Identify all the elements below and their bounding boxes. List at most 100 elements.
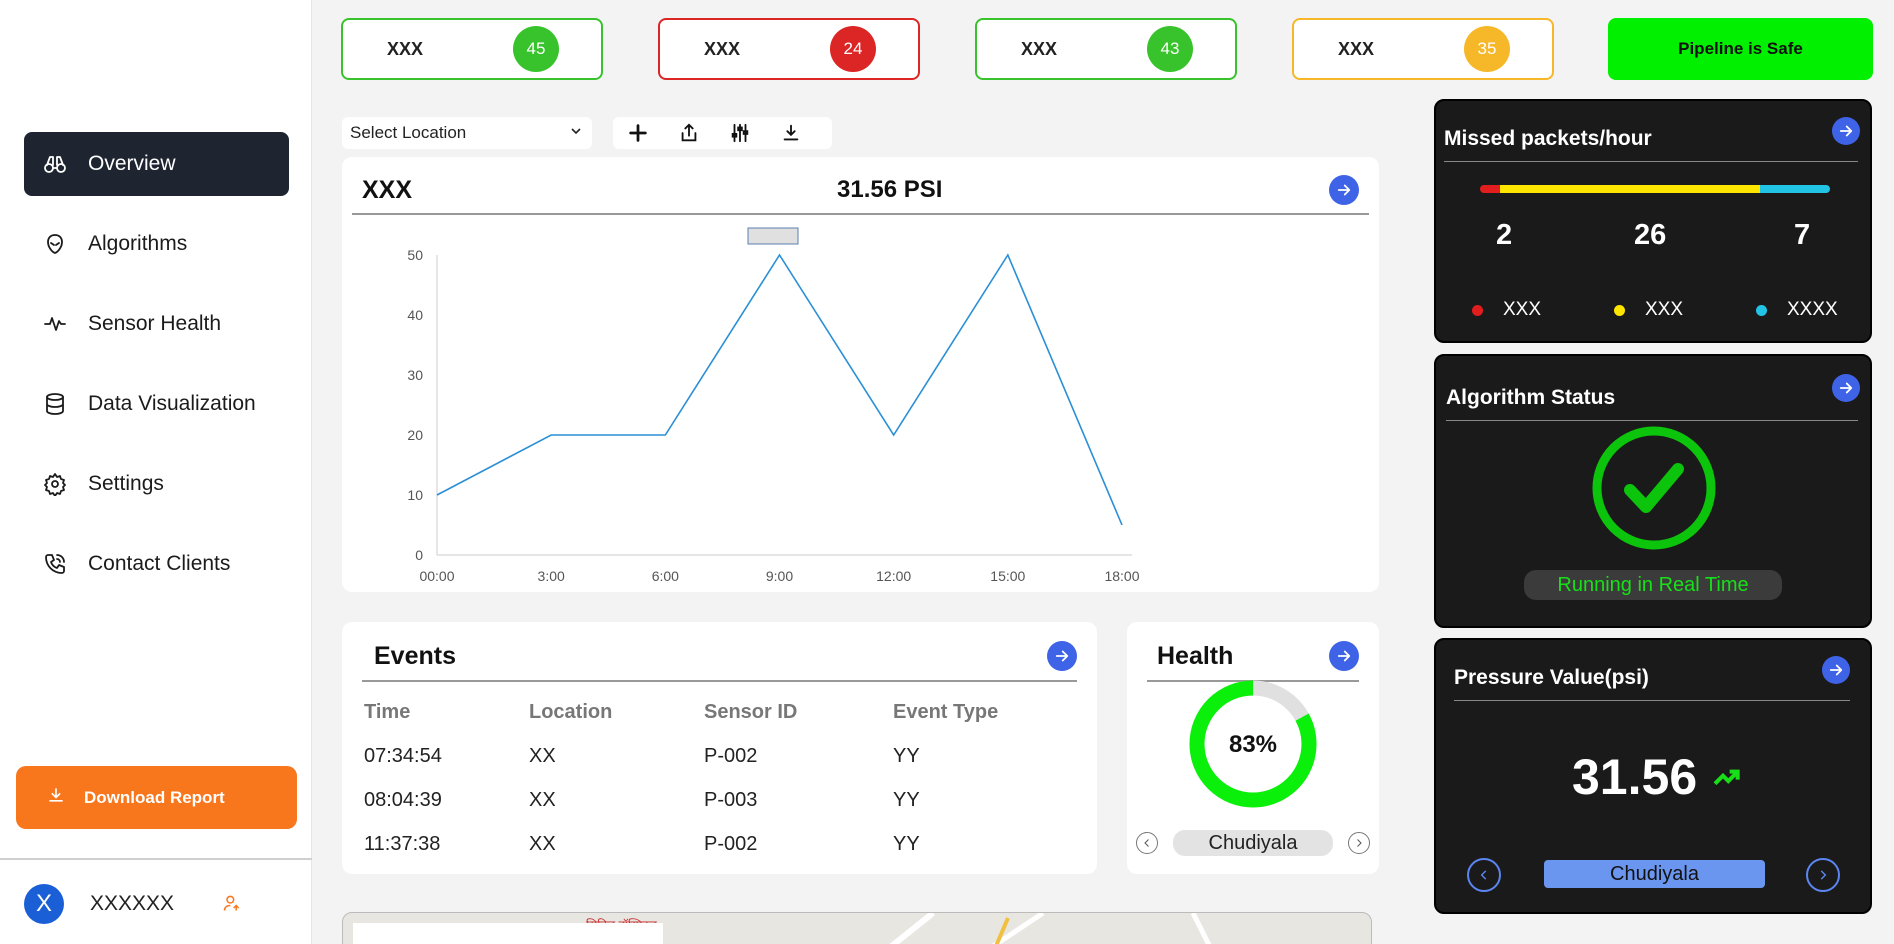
- events-table: Time Location Sensor ID Event Type 07:34…: [364, 690, 1064, 866]
- stat-card[interactable]: XXX 35: [1292, 18, 1554, 80]
- stat-count-badge: 24: [830, 26, 876, 72]
- health-next-button[interactable]: [1348, 832, 1370, 854]
- chart-card-header: XXX 31.56 PSI: [352, 167, 1369, 215]
- x-tick-label: 18:00: [1104, 568, 1139, 584]
- cell-event-type: YY: [893, 744, 920, 767]
- cell-time: 11:37:38: [364, 832, 441, 855]
- table-row[interactable]: 08:04:39 XX P-003 YY: [364, 778, 1064, 822]
- pressure-location: Chudiyala: [1544, 860, 1765, 888]
- health-card: Health 83% Chudiyala: [1127, 622, 1379, 874]
- stat-card[interactable]: XXX 45: [341, 18, 603, 80]
- location-select[interactable]: Select Location: [342, 117, 592, 149]
- stat-label: XXX: [1021, 38, 1058, 59]
- pressure-expand-button[interactable]: [1822, 656, 1850, 684]
- map-roads: [353, 913, 1212, 944]
- sidebar-item-settings[interactable]: Settings: [24, 452, 289, 516]
- download-icon[interactable]: [778, 120, 804, 146]
- bar-segment: [1760, 185, 1830, 193]
- column-header: Location: [529, 700, 613, 723]
- download-icon: [46, 785, 84, 810]
- x-tick-label: 00:00: [419, 568, 454, 584]
- cell-sensor-id: P-002: [704, 832, 758, 855]
- algorithm-status-expand-button[interactable]: [1832, 374, 1860, 402]
- plus-icon[interactable]: [625, 120, 651, 146]
- legend-label: XXX: [1503, 299, 1542, 320]
- algorithm-status-panel: Algorithm Status Running in Real Time: [1434, 354, 1872, 628]
- stat-label: XXX: [387, 38, 424, 59]
- x-tick-label: 15:00: [990, 568, 1025, 584]
- sidebar: Overview Algorithms Sensor Health Data V…: [0, 0, 312, 944]
- stat-label: XXX: [1338, 38, 1375, 59]
- legend-item: XXX: [1614, 299, 1683, 321]
- download-report-label: Download Report: [84, 787, 225, 807]
- binoculars-icon: [42, 151, 68, 177]
- column-header: Event Type: [893, 700, 999, 723]
- trend-up-icon: [1713, 769, 1740, 786]
- share-icon[interactable]: [676, 120, 702, 146]
- health-prev-button[interactable]: [1136, 832, 1158, 854]
- pressure-chart-card: XXX 31.56 PSI 0 10 20 30 40 50 00:00 3:00 6:00 9:…: [342, 157, 1379, 592]
- stat-card[interactable]: XXX 24: [658, 18, 920, 80]
- column-header: Time: [364, 700, 411, 723]
- cell-time: 08:04:39: [364, 788, 442, 811]
- arrow-right-icon: [1829, 664, 1843, 676]
- arrow-right-icon: [1839, 125, 1853, 137]
- missed-packets-value: 7: [1794, 219, 1811, 251]
- cell-event-type: YY: [893, 832, 920, 855]
- sliders-icon[interactable]: [727, 120, 753, 146]
- table-row[interactable]: 07:34:54 XX P-002 YY: [364, 734, 1064, 778]
- database-icon: [42, 391, 68, 417]
- arrow-right-icon: [1337, 184, 1351, 196]
- pressure-value: 31.56: [1572, 749, 1698, 805]
- y-tick-label: 0: [415, 547, 423, 563]
- chevron-left-icon: [1480, 870, 1487, 880]
- health-expand-button[interactable]: [1329, 641, 1359, 671]
- cell-sensor-id: P-002: [704, 744, 758, 767]
- sidebar-item-algorithms[interactable]: Algorithms: [24, 212, 289, 276]
- missed-packets-panel: Missed packets/hour 2 26 7 XXX XXX XXXX: [1434, 99, 1872, 343]
- stat-count-badge: 35: [1464, 26, 1510, 72]
- chevron-right-icon: [1357, 839, 1362, 847]
- avatar[interactable]: X: [24, 884, 64, 924]
- missed-packets-expand-button[interactable]: [1832, 117, 1860, 145]
- health-title: Health: [1157, 641, 1234, 670]
- legend-label: XXX: [1645, 299, 1684, 320]
- chevron-left-icon: [1144, 839, 1149, 847]
- chevron-right-icon: [1820, 870, 1827, 880]
- cell-location: XX: [529, 788, 556, 811]
- pulse-icon: [42, 311, 68, 337]
- pressure-prev-button[interactable]: [1467, 858, 1501, 892]
- download-report-button[interactable]: Download Report: [16, 766, 297, 829]
- pressure-title: Pressure Value(psi): [1454, 666, 1850, 701]
- health-header: Health: [1147, 632, 1359, 682]
- missed-packets-bar: [1480, 185, 1830, 193]
- expand-button[interactable]: [1329, 175, 1359, 205]
- pressure-reading: 31.56: [1572, 748, 1743, 806]
- events-expand-button[interactable]: [1047, 641, 1077, 671]
- sidebar-item-overview[interactable]: Overview: [24, 132, 289, 196]
- x-tick-label: 9:00: [766, 568, 793, 584]
- legend-label: XXXX: [1787, 299, 1838, 320]
- pipeline-status-banner: Pipeline is Safe: [1608, 18, 1873, 80]
- column-header: Sensor ID: [704, 700, 798, 723]
- alien-icon: [42, 231, 68, 257]
- arrow-right-icon: [1839, 382, 1853, 394]
- sidebar-item-label: Settings: [88, 472, 164, 495]
- y-tick-label: 30: [407, 367, 423, 383]
- pressure-next-button[interactable]: [1806, 858, 1840, 892]
- user-profile: X XXXXXX: [24, 884, 264, 924]
- sidebar-item-sensor-health[interactable]: Sensor Health: [24, 292, 289, 356]
- y-tick-label: 40: [407, 307, 423, 323]
- table-row[interactable]: 11:37:38 XX P-002 YY: [364, 822, 1064, 866]
- cell-sensor-id: P-003: [704, 788, 758, 811]
- bar-segment: [1500, 185, 1760, 193]
- arrow-right-icon: [1055, 650, 1069, 662]
- stat-card[interactable]: XXX 43: [975, 18, 1237, 80]
- user-switch-icon[interactable]: [222, 893, 244, 915]
- sidebar-item-data-visualization[interactable]: Data Visualization: [24, 372, 289, 436]
- sidebar-item-contact-clients[interactable]: Contact Clients: [24, 532, 289, 596]
- x-tick-label: 12:00: [876, 568, 911, 584]
- legend-dot: [1614, 304, 1625, 316]
- chart-toolbar: [613, 117, 832, 149]
- map-view[interactable]: सिविल हॉस्पिटल: [342, 912, 1372, 944]
